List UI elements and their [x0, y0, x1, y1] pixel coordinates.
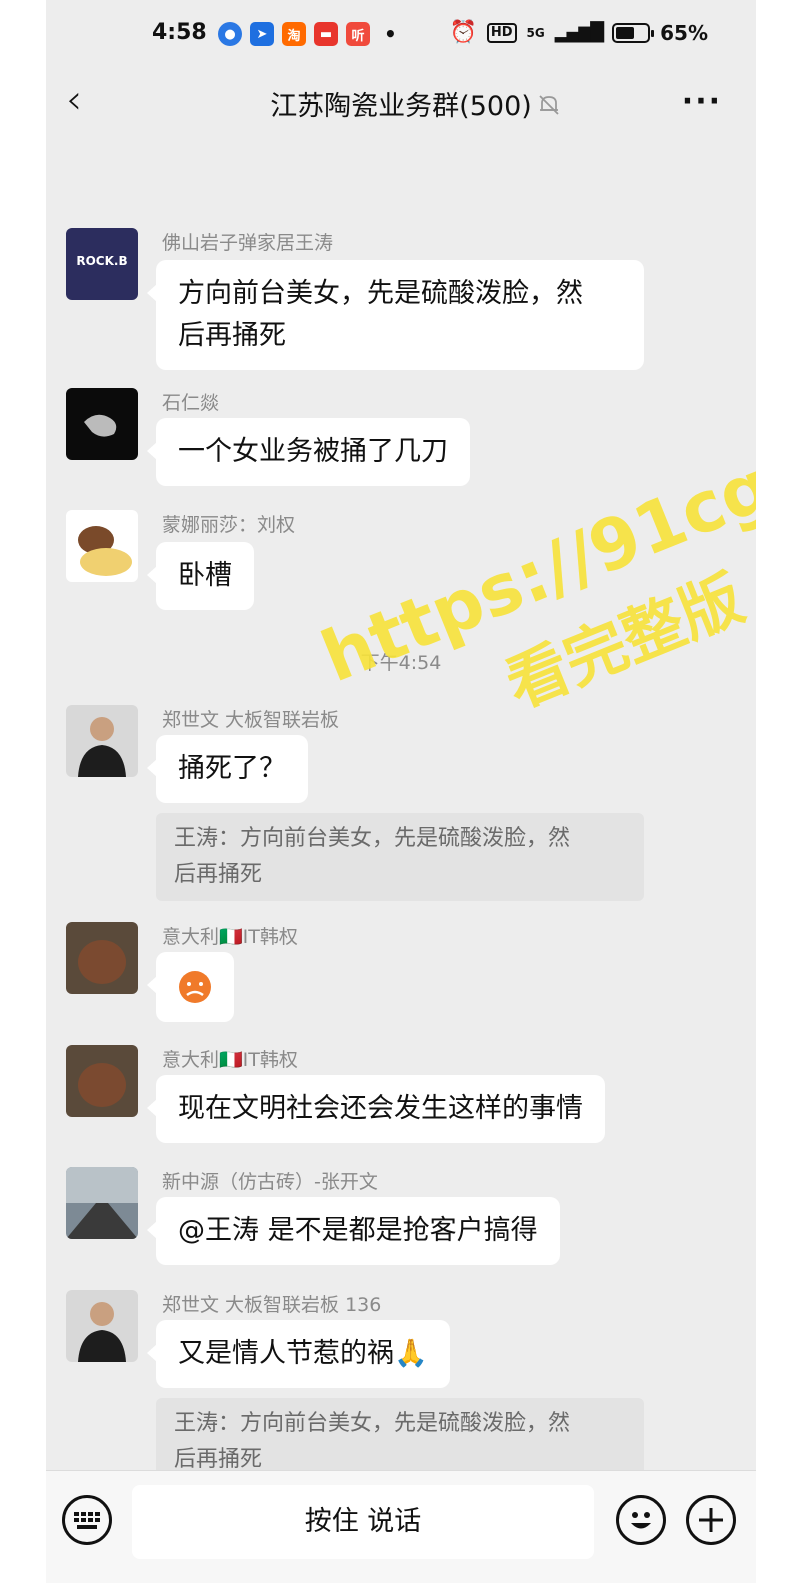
status-time: 4:58 — [152, 20, 207, 45]
message-bubble[interactable]: 捅死了？ — [147, 735, 308, 803]
avatar[interactable] — [66, 388, 138, 460]
avatar[interactable] — [66, 1290, 138, 1362]
message-text: 卧槽 — [178, 560, 232, 591]
taobao-app-icon: ● — [218, 22, 242, 46]
sender-name: 佛山岩子弹家居王涛 — [162, 232, 334, 254]
avatar-image — [78, 1302, 126, 1362]
avatar[interactable] — [66, 922, 138, 994]
message-bubble[interactable]: 卧槽 — [147, 542, 254, 610]
quote-text-line: 后再捅死 — [174, 862, 263, 887]
more-options-button[interactable]: ··· — [682, 84, 722, 119]
quote-text-line: 王涛：方向前台美女，先是硫酸泼脸，然 — [174, 826, 571, 851]
plus-button-icon[interactable] — [686, 1495, 736, 1545]
weibo-app-icon: ▬ — [314, 22, 338, 46]
sender-name: 新中源（仿古砖）-张开文 — [162, 1171, 378, 1193]
quote-text-line: 王涛：方向前台美女，先是硫酸泼脸，然 — [174, 1411, 571, 1436]
sender-name: 意大利🇮🇹IT韩权 — [162, 926, 298, 948]
avatar[interactable] — [66, 705, 138, 777]
notification-app-icons: ● ➤ 淘 ▬ 听 • — [218, 22, 397, 46]
avatar[interactable] — [66, 510, 138, 582]
avatar[interactable]: ROCK.B — [66, 228, 138, 300]
message-timestamp: 下午4:54 — [360, 652, 442, 674]
maps-app-icon: ➤ — [250, 22, 274, 46]
message-text: 捅死了？ — [178, 753, 286, 784]
message-text: 又是情人节惹的祸🙏 — [178, 1338, 428, 1369]
avatar[interactable] — [66, 1167, 138, 1239]
phone-screen: 4:58 ● ➤ 淘 ▬ 听 • ⏰ HD 5G ▂▄▆█ 65% ‹ 江苏陶瓷… — [46, 0, 756, 1583]
alarm-icon: ⏰ — [449, 20, 477, 45]
message-bubble[interactable]: @王涛 是不是都是抢客户搞得 — [147, 1197, 560, 1265]
avatar-image — [78, 717, 126, 777]
sender-name: 意大利🇮🇹IT韩权 — [162, 1049, 298, 1071]
rockb-logo: ROCK.B — [76, 254, 128, 268]
avatar-image — [78, 940, 126, 984]
message-bubble[interactable]: 一个女业务被捅了几刀 — [147, 418, 470, 486]
input-bar: 按住 说话 — [46, 1470, 756, 1583]
chat-header: ‹ 江苏陶瓷业务群(500) ··· — [46, 72, 756, 134]
chat-title: 江苏陶瓷业务群(500) — [270, 91, 532, 122]
message-text: 现在文明社会还会发生这样的事情 — [178, 1093, 583, 1124]
emoji-button-icon[interactable] — [616, 1495, 666, 1545]
hold-to-talk-button[interactable]: 按住 说话 — [132, 1485, 594, 1559]
signal-icon: ▂▄▆█ — [554, 22, 604, 43]
sender-name: 石仁燚 — [162, 392, 220, 414]
status-right: ⏰ HD 5G ▂▄▆█ 65% — [449, 20, 708, 45]
message-text-line: 方向前台美女，先是硫酸泼脸，然 — [178, 278, 583, 309]
message-bubble[interactable]: 方向前台美女，先是硫酸泼脸，然 后再捅死 — [147, 260, 644, 370]
message-bubble[interactable] — [147, 952, 234, 1022]
battery-percent: 65% — [660, 20, 708, 45]
mute-bell-icon — [539, 95, 559, 115]
avatar-image — [78, 1063, 126, 1107]
battery-icon — [612, 22, 655, 43]
tao-app-icon: 淘 — [282, 22, 306, 46]
keyboard-toggle-icon[interactable] — [62, 1495, 112, 1545]
watermark-caption: 看完整版 — [496, 561, 754, 722]
avatar-image — [66, 1167, 138, 1239]
sender-name: 郑世文 大板智联岩板 136 — [162, 1294, 382, 1316]
sender-name: 郑世文 大板智联岩板 — [162, 709, 340, 731]
status-bar: 4:58 ● ➤ 淘 ▬ 听 • ⏰ HD 5G ▂▄▆█ 65% — [46, 0, 756, 72]
avatar-image — [78, 526, 132, 576]
message-text: 一个女业务被捅了几刀 — [178, 436, 448, 467]
message-bubble[interactable]: 又是情人节惹的祸🙏 — [147, 1320, 450, 1388]
avatar-image — [84, 414, 117, 437]
angry-emoji-icon — [179, 971, 211, 1003]
message-bubble[interactable]: 现在文明社会还会发生这样的事情 — [147, 1075, 605, 1143]
network-label: 5G — [526, 25, 545, 40]
quoted-message[interactable]: 王涛：方向前台美女，先是硫酸泼脸，然 后再捅死 — [156, 813, 644, 901]
message-text: @王涛 是不是都是抢客户搞得 — [178, 1215, 538, 1246]
more-notifications-dot-icon: • — [384, 22, 397, 46]
listen-app-icon: 听 — [346, 22, 370, 46]
avatar[interactable] — [66, 1045, 138, 1117]
sender-name: 蒙娜丽莎：刘权 — [162, 514, 296, 536]
hd-badge: HD — [486, 22, 517, 43]
message-text-line: 后再捅死 — [178, 320, 286, 351]
